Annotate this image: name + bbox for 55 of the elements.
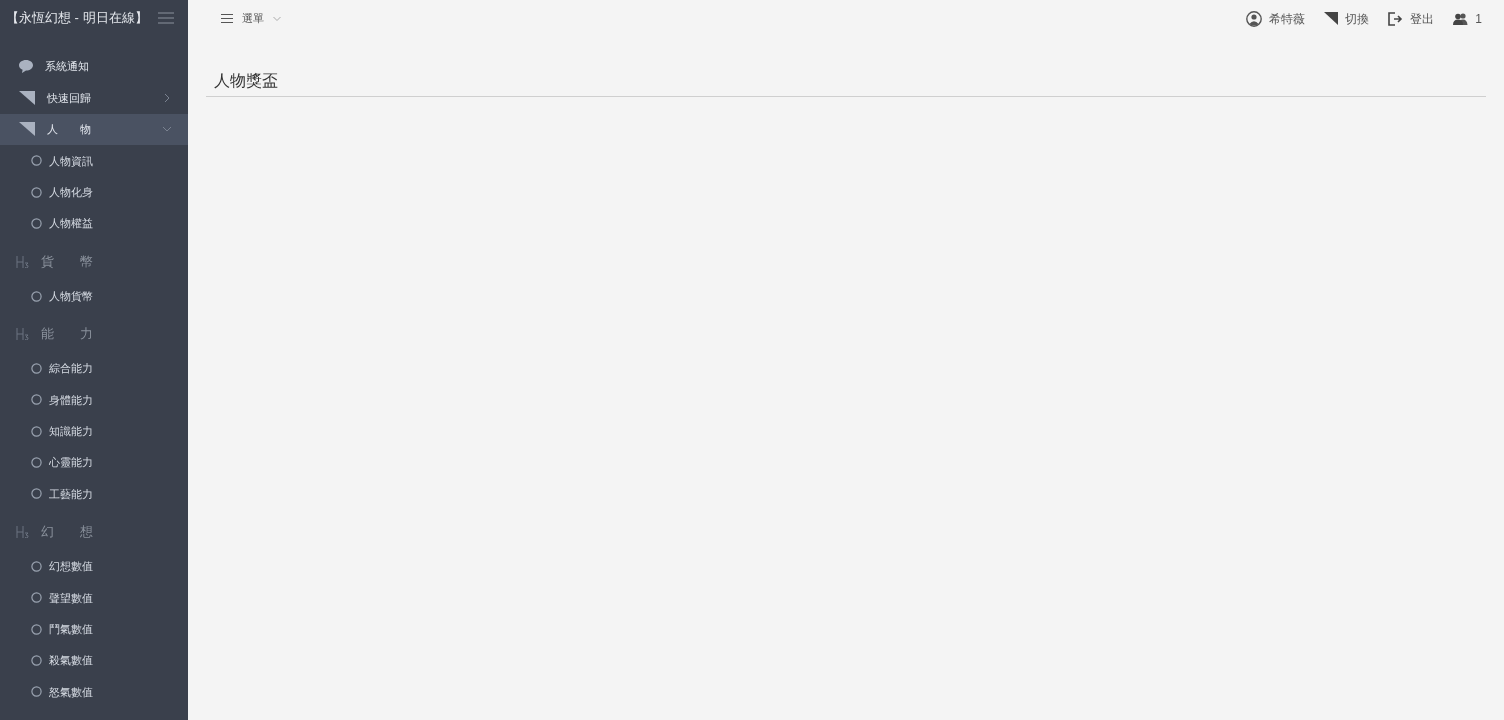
circle-icon: [31, 186, 42, 198]
circle-icon: [31, 394, 42, 406]
section-heading: 能 力: [41, 325, 93, 344]
submenu-item[interactable]: 工藝能力: [0, 478, 188, 510]
submenu-item[interactable]: 知識能力: [0, 415, 188, 447]
circle-icon: [31, 425, 42, 437]
menu-group[interactable]: 人 物: [0, 113, 188, 146]
user-icon: [1246, 10, 1263, 27]
circle-icon: [31, 623, 42, 635]
heading-icon: [16, 526, 29, 539]
header-action[interactable]: 希特薇: [1246, 9, 1306, 28]
circle-icon: [31, 686, 42, 698]
submenu-item[interactable]: 殺氣數值: [0, 644, 188, 677]
circle-icon: [31, 488, 42, 500]
submenu-item[interactable]: 心靈能力: [0, 446, 188, 479]
section-heading: 貨 幣: [41, 253, 93, 272]
chat-icon: [19, 60, 33, 74]
circle-icon: [31, 290, 42, 302]
circle-icon: [31, 155, 42, 167]
menu-icon[interactable]: [158, 12, 174, 24]
chevron-down-icon: [273, 15, 281, 22]
circle-icon: [31, 457, 42, 469]
circle-icon: [31, 655, 42, 667]
menu-item[interactable]: 系統通知: [0, 51, 188, 83]
triangle-icon: [19, 122, 35, 137]
heading-icon: [16, 255, 29, 268]
submenu-item[interactable]: 人物資訊: [0, 145, 188, 177]
app-title: 【永恆幻想 - 明日在線】: [6, 9, 148, 28]
users-icon: [1453, 12, 1469, 25]
menu-dropdown[interactable]: 選單: [221, 10, 281, 27]
submenu-item[interactable]: 人物化身: [0, 176, 188, 208]
submenu-item[interactable]: 人物貨幣: [0, 280, 188, 312]
circle-icon: [31, 218, 42, 230]
submenu-item[interactable]: 人物權益: [0, 207, 188, 240]
submenu-item[interactable]: 怒氣數值: [0, 676, 188, 708]
logout-icon: [1388, 11, 1404, 26]
header-action[interactable]: 切換: [1324, 9, 1370, 28]
circle-icon: [31, 592, 42, 604]
menu-icon: [221, 14, 233, 23]
submenu-item[interactable]: 幻想數值: [0, 550, 188, 583]
header-action[interactable]: 1: [1453, 9, 1482, 28]
submenu-item[interactable]: 身體能力: [0, 384, 188, 416]
menu-group[interactable]: 快速回歸: [0, 82, 188, 114]
page-title: 人物獎盃: [214, 71, 279, 91]
chevron-right-icon: [162, 93, 172, 104]
circle-icon: [31, 560, 42, 572]
section-heading: 幻 想: [41, 523, 93, 542]
header-action[interactable]: 登出: [1388, 9, 1435, 28]
submenu-item[interactable]: 聲望數值: [0, 582, 188, 614]
submenu-item[interactable]: 鬥氣數值: [0, 613, 188, 645]
circle-icon: [31, 362, 42, 374]
heading-icon: [16, 328, 29, 341]
triangle-icon: [19, 91, 35, 106]
triangle-icon: [1324, 12, 1339, 25]
submenu-item[interactable]: 綜合能力: [0, 352, 188, 385]
